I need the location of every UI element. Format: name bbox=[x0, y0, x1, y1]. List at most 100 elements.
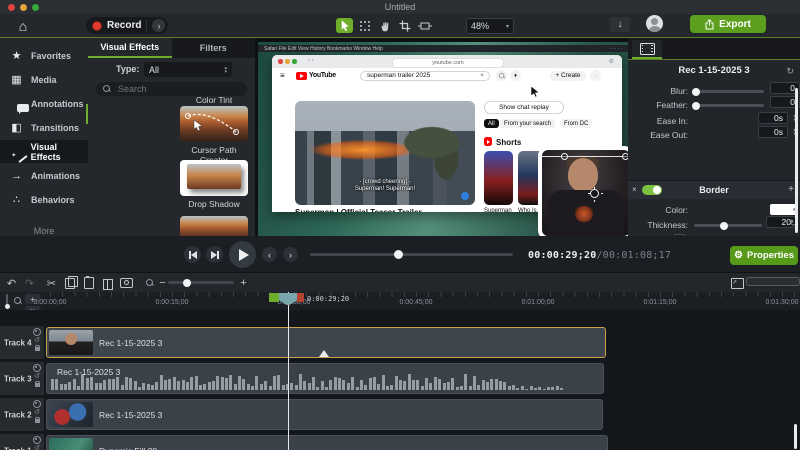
step-back-button[interactable] bbox=[184, 246, 201, 263]
crop-tool-button[interactable] bbox=[396, 18, 413, 33]
playhead-out-handle[interactable] bbox=[297, 293, 304, 302]
feather-slider-knob[interactable] bbox=[692, 102, 700, 110]
redo-button[interactable]: ↷ bbox=[22, 276, 37, 290]
track-visibility-icon[interactable] bbox=[33, 400, 41, 408]
clip-label: Rec 1-15-2025 3 bbox=[57, 367, 120, 377]
timeline-zoom-slider[interactable] bbox=[168, 281, 234, 284]
sidebar-item-media[interactable]: ▦Media bbox=[0, 68, 88, 91]
pan-tool-button[interactable] bbox=[376, 18, 393, 33]
add-effect-icon[interactable]: + bbox=[788, 184, 794, 195]
playhead-time-label: 0:00:29;20 bbox=[307, 295, 349, 303]
effect-thumb-drop-shadow[interactable] bbox=[180, 160, 248, 196]
record-options-chevron[interactable]: › bbox=[152, 19, 165, 32]
playhead-in-handle[interactable] bbox=[269, 293, 279, 302]
trim-icon bbox=[418, 20, 432, 32]
clip-marker[interactable] bbox=[319, 350, 329, 357]
export-frame-button[interactable]: ↗ bbox=[730, 276, 745, 290]
feather-slider[interactable] bbox=[694, 104, 764, 107]
clip-thumbnail bbox=[49, 438, 93, 450]
clip-audio[interactable]: Rec 1-15-2025 3 bbox=[46, 363, 604, 394]
scrubber[interactable] bbox=[310, 253, 513, 256]
trim-tool-button[interactable] bbox=[416, 18, 433, 33]
canvas-stage[interactable]: Safari File Edit View History Bookmarks … bbox=[255, 38, 628, 236]
track-visibility-icon[interactable] bbox=[33, 328, 41, 336]
next-clip-button[interactable]: › bbox=[283, 247, 298, 262]
screenshot-button[interactable] bbox=[119, 276, 134, 290]
track-1-header[interactable]: Track 1 ↺ bbox=[0, 434, 44, 450]
track-lock-icon[interactable] bbox=[35, 419, 40, 423]
more-label[interactable]: More bbox=[0, 226, 88, 236]
youtube-logo-icon bbox=[296, 72, 307, 80]
effect-label-partial[interactable]: Color Tint bbox=[180, 95, 248, 105]
play-button[interactable] bbox=[229, 241, 256, 268]
sidebar-item-transitions[interactable]: ◧Transitions bbox=[0, 116, 88, 139]
effect-label[interactable]: Drop Shadow bbox=[180, 199, 248, 209]
track-magnet-icon[interactable]: ↺ bbox=[34, 338, 40, 344]
effects-search[interactable] bbox=[96, 82, 247, 96]
account-avatar[interactable] bbox=[646, 15, 663, 32]
timeline-zoom-knob[interactable] bbox=[183, 279, 191, 287]
track-4-header[interactable]: Track 4 ↺ bbox=[0, 326, 44, 359]
effect-anchor-crosshair[interactable] bbox=[588, 187, 603, 202]
track-2-header[interactable]: Track 2 ↺ bbox=[0, 398, 44, 431]
thickness-slider-knob[interactable] bbox=[720, 222, 728, 230]
copy-button[interactable] bbox=[62, 276, 77, 290]
scrubber-knob[interactable] bbox=[394, 250, 403, 259]
timeline-horizontal-scrollbar[interactable] bbox=[746, 277, 800, 286]
playhead-line[interactable] bbox=[288, 292, 289, 450]
track-magnet-icon[interactable]: ↺ bbox=[34, 446, 40, 450]
track-lock-icon[interactable] bbox=[35, 383, 40, 387]
thickness-slider[interactable] bbox=[694, 224, 762, 227]
track-visibility-icon[interactable] bbox=[33, 364, 41, 372]
type-dropdown[interactable]: All ▴▾ bbox=[144, 62, 232, 77]
tab-visual-effects[interactable]: Visual Effects bbox=[88, 38, 172, 58]
timeline-vertical-scrollbar[interactable] bbox=[794, 424, 797, 449]
paste-button[interactable] bbox=[81, 276, 96, 290]
tab-filters[interactable]: Filters bbox=[172, 38, 256, 58]
track-lock-icon[interactable] bbox=[35, 347, 40, 351]
properties-toggle-button[interactable]: ⚙ Properties bbox=[730, 246, 798, 265]
select-tool-button[interactable] bbox=[336, 18, 353, 33]
sidebar-item-favorites[interactable]: ★Favorites bbox=[0, 44, 88, 67]
previous-clip-button[interactable]: ‹ bbox=[262, 247, 277, 262]
transform-tool-button[interactable] bbox=[356, 18, 373, 33]
media-properties-tab[interactable] bbox=[632, 40, 662, 59]
clip-dynamic-fill[interactable]: Dynamic Fill 28 bbox=[46, 435, 608, 450]
track-magnet-icon[interactable]: ↺ bbox=[34, 410, 40, 416]
step-forward-button[interactable] bbox=[206, 246, 223, 263]
camtasia-window: Untitled ⌂ Record › 48% ▾ ↓ Export ★Favo… bbox=[0, 0, 800, 450]
track-magnet-icon[interactable]: ↺ bbox=[34, 374, 40, 380]
sidebar-item-animations[interactable]: →Animations bbox=[0, 164, 88, 187]
track-visibility-icon[interactable] bbox=[33, 436, 41, 444]
split-button[interactable] bbox=[100, 276, 115, 290]
clip-screen-recording[interactable]: Rec 1-15-2025 3 bbox=[46, 399, 603, 430]
sidebar-item-annotations[interactable]: Annotations bbox=[0, 92, 88, 115]
timeline-ruler[interactable]: 0:00:00;00 0:00:15;00 0:00:30;00 0:00:45… bbox=[44, 292, 800, 311]
blur-slider[interactable] bbox=[694, 90, 764, 93]
sidebar-item-visual-effects[interactable]: ✦Visual Effects bbox=[0, 140, 88, 163]
home-icon[interactable]: ⌂ bbox=[14, 17, 32, 34]
properties-scrollbar[interactable] bbox=[795, 88, 798, 233]
zoom-in-button[interactable]: + bbox=[236, 276, 251, 290]
reset-icon[interactable]: ↻ bbox=[786, 66, 794, 77]
track-height-knob[interactable] bbox=[5, 304, 10, 309]
border-color-swatch[interactable]: ▾ bbox=[770, 204, 796, 215]
selection-handle[interactable] bbox=[561, 153, 568, 160]
cut-button[interactable]: ✂ bbox=[44, 276, 59, 290]
ruler-label: 0:01:15;00 bbox=[643, 299, 676, 306]
clip-webcam[interactable]: Rec 1-15-2025 3 bbox=[46, 327, 606, 358]
search-input[interactable] bbox=[116, 83, 230, 95]
track-3-header[interactable]: Track 3 ↺ bbox=[0, 362, 44, 395]
export-button[interactable]: Export bbox=[690, 15, 766, 33]
blur-slider-knob[interactable] bbox=[692, 88, 700, 96]
canvas-zoom-dropdown[interactable]: 48% ▾ bbox=[466, 18, 514, 34]
effect-thumb-cursor-path-creator[interactable] bbox=[180, 106, 248, 142]
webcam-overlay[interactable] bbox=[538, 146, 628, 236]
record-button[interactable]: Record › bbox=[86, 17, 168, 34]
ease-out-value[interactable]: 0s▴▾ bbox=[758, 126, 788, 138]
download-button[interactable]: ↓ bbox=[610, 17, 630, 32]
undo-button[interactable]: ↶ bbox=[4, 276, 19, 290]
sidebar-item-behaviors[interactable]: ∴Behaviors bbox=[0, 188, 88, 211]
record-label: Record bbox=[107, 20, 141, 31]
ease-in-value[interactable]: 0s▴▾ bbox=[758, 112, 788, 124]
